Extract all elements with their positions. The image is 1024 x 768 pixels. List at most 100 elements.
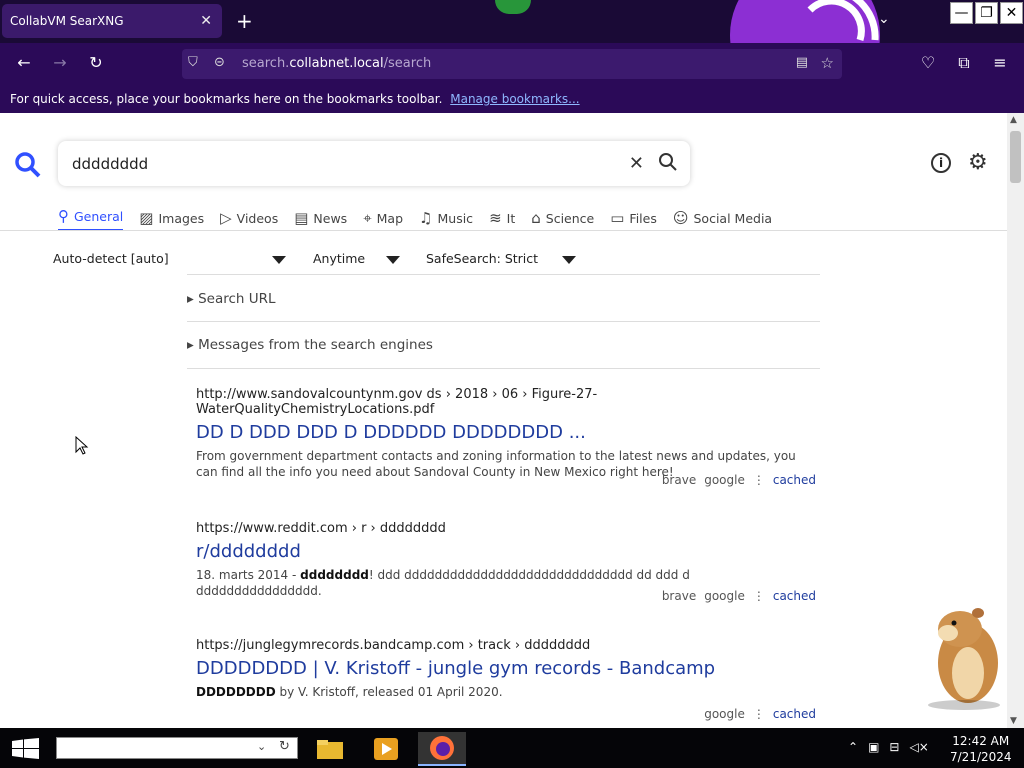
school-icon: ⌂ <box>531 209 541 227</box>
search-box[interactable]: dddddddd ✕ <box>58 141 690 186</box>
more-icon: ⋮ <box>752 589 765 603</box>
engine-messages-expander[interactable]: ▸ Messages from the search engines <box>187 337 433 353</box>
tab-map[interactable]: ⌖ Map <box>363 205 403 231</box>
engine-label: brave <box>661 589 697 603</box>
safesearch-select[interactable]: SafeSearch: Strict <box>426 251 538 266</box>
chevron-down-icon[interactable]: ⌄ <box>257 740 266 753</box>
engine-label: google <box>704 589 745 603</box>
hamster-mascot-image <box>928 608 1000 710</box>
clock-time: 12:42 AM <box>952 734 1010 748</box>
tab-news[interactable]: ▤ News <box>294 205 347 231</box>
tab-music[interactable]: ♫ Music <box>419 205 473 231</box>
url-text[interactable]: search.collabnet.local/search <box>242 56 431 71</box>
tab-label: Music <box>437 210 474 226</box>
tab-files[interactable]: ▭ Files <box>610 205 657 231</box>
people-icon: ☺ <box>672 209 689 227</box>
tab-social-media[interactable]: ☺ Social Media <box>673 205 772 231</box>
url-bar[interactable]: ⛉ ⊝ search.collabnet.local/search ▤ ☆ <box>182 49 842 79</box>
taskbar-clock[interactable]: 12:42 AM 7/21/2024 <box>950 733 1012 765</box>
system-tray: ⌃ ▣ ⊟ ◁× <box>848 740 929 754</box>
result-title[interactable]: r/dddddddd <box>196 541 816 562</box>
new-tab-button[interactable]: + <box>236 9 253 33</box>
extensions-icon[interactable]: ⧉ <box>952 53 976 73</box>
info-icon[interactable]: i <box>931 153 951 173</box>
windows-start-icon[interactable] <box>12 738 40 760</box>
scroll-up-icon[interactable]: ▲ <box>1010 115 1017 125</box>
close-window-button[interactable]: ✕ <box>1000 2 1023 24</box>
result-snippet: DDDDDDDD by V. Kristoff, released 01 Apr… <box>196 685 503 699</box>
tab-science[interactable]: ⌂ Science <box>531 205 594 231</box>
lock-icon[interactable]: ⊝ <box>214 55 225 70</box>
divider <box>187 321 820 322</box>
result-title[interactable]: DD D DDD DDD D DDDDDD DDDDDDDD ... <box>196 422 816 443</box>
tab-close-icon[interactable]: ✕ <box>200 13 212 29</box>
cached-link[interactable]: cached <box>773 473 816 487</box>
mouse-cursor-icon <box>75 436 89 455</box>
tab-label: Files <box>629 210 657 226</box>
page-scrollbar[interactable]: ▲ ▼ <box>1007 113 1024 728</box>
tab-it[interactable]: ≋ It <box>489 205 515 231</box>
tab-list-chevron-icon[interactable]: ⌄ <box>878 11 890 27</box>
taskbar-search-input[interactable]: ⌄ ↻ <box>56 737 298 759</box>
search-icon[interactable] <box>658 152 678 172</box>
tab-general[interactable]: ⚲ General <box>58 205 124 231</box>
bookmark-star-icon[interactable]: ☆ <box>821 54 834 72</box>
result-url[interactable]: https://junglegymrecords.bandcamp.com › … <box>196 638 816 653</box>
minimize-button[interactable]: — <box>950 2 973 24</box>
divider <box>0 230 1007 231</box>
more-icon: ⋮ <box>752 707 765 721</box>
volume-muted-icon[interactable]: ◁× <box>909 740 928 754</box>
safesearch-dropdown-icon[interactable] <box>562 256 576 264</box>
searxng-logo-icon[interactable] <box>14 151 42 179</box>
search-input[interactable]: dddddddd <box>72 155 148 173</box>
tab-label: Images <box>158 210 205 226</box>
shield-icon[interactable]: ⛉ <box>188 55 198 70</box>
category-tabs: ⚲ General ▨ Images ▷ Videos ▤ News ⌖ Map ♫ Music ≋ It… <box>58 205 788 231</box>
search-result: https://junglegymrecords.bandcamp.com › … <box>196 638 816 728</box>
restore-button[interactable]: ❐ <box>975 2 998 24</box>
language-dropdown-icon[interactable] <box>272 256 286 264</box>
clear-search-icon[interactable]: ✕ <box>629 153 644 174</box>
gear-icon[interactable]: ⚙ <box>968 150 988 175</box>
clock-date: 7/21/2024 <box>950 750 1012 764</box>
search-icon: ⚲ <box>58 207 69 225</box>
back-arrow-icon[interactable]: ← <box>12 53 36 72</box>
tab-videos[interactable]: ▷ Videos <box>220 205 278 231</box>
network-icon[interactable]: ⊟ <box>889 740 899 754</box>
result-title[interactable]: DDDDDDDD | V. Kristoff - jungle gym reco… <box>196 658 816 679</box>
time-range-select[interactable]: Anytime <box>313 251 365 266</box>
divider <box>187 274 820 275</box>
pocket-icon[interactable]: ♡ <box>916 53 940 72</box>
files-icon: ▭ <box>610 209 625 227</box>
scroll-down-icon[interactable]: ▼ <box>1010 716 1017 726</box>
bookmarks-toolbar: For quick access, place your bookmarks h… <box>0 86 1024 113</box>
firefox-icon[interactable] <box>418 732 466 766</box>
manage-bookmarks-link[interactable]: Manage bookmarks... <box>450 92 579 106</box>
cached-link[interactable]: cached <box>773 707 816 721</box>
reader-view-icon[interactable]: ▤ <box>796 55 808 70</box>
cached-link[interactable]: cached <box>773 589 816 603</box>
search-result: https://www.reddit.com › r › dddddddd r/… <box>196 521 816 611</box>
file-explorer-icon[interactable] <box>306 732 354 766</box>
tab-images[interactable]: ▨ Images <box>139 205 204 231</box>
defender-icon[interactable]: ▣ <box>868 740 879 754</box>
result-meta: brave google ⋮ cached <box>662 589 816 603</box>
language-select[interactable]: Auto-detect [auto] <box>53 251 169 266</box>
menu-icon[interactable]: ≡ <box>988 53 1012 72</box>
tab-label: It <box>506 210 516 226</box>
refresh-icon[interactable]: ↻ <box>279 739 290 754</box>
browser-tab[interactable]: CollabVM SearXNG ✕ <box>2 4 222 38</box>
search-url-expander[interactable]: ▸ Search URL <box>187 291 276 307</box>
chevron-up-icon[interactable]: ⌃ <box>848 740 858 754</box>
scrollbar-thumb[interactable] <box>1010 131 1021 183</box>
newspaper-icon: ▤ <box>294 209 309 227</box>
divider <box>187 368 820 369</box>
media-player-icon[interactable] <box>362 732 410 766</box>
music-icon: ♫ <box>419 209 433 227</box>
result-url[interactable]: https://www.reddit.com › r › dddddddd <box>196 521 816 536</box>
page-content: dddddddd ✕ i ⚙ ⚲ General ▨ Images ▷ Videos ▤ Ne… <box>0 113 1007 728</box>
time-dropdown-icon[interactable] <box>386 256 400 264</box>
result-url[interactable]: http://www.sandovalcountynm.gov ds › 201… <box>196 387 816 417</box>
reload-icon[interactable]: ↻ <box>84 53 108 72</box>
forward-arrow-icon[interactable]: → <box>48 53 72 72</box>
